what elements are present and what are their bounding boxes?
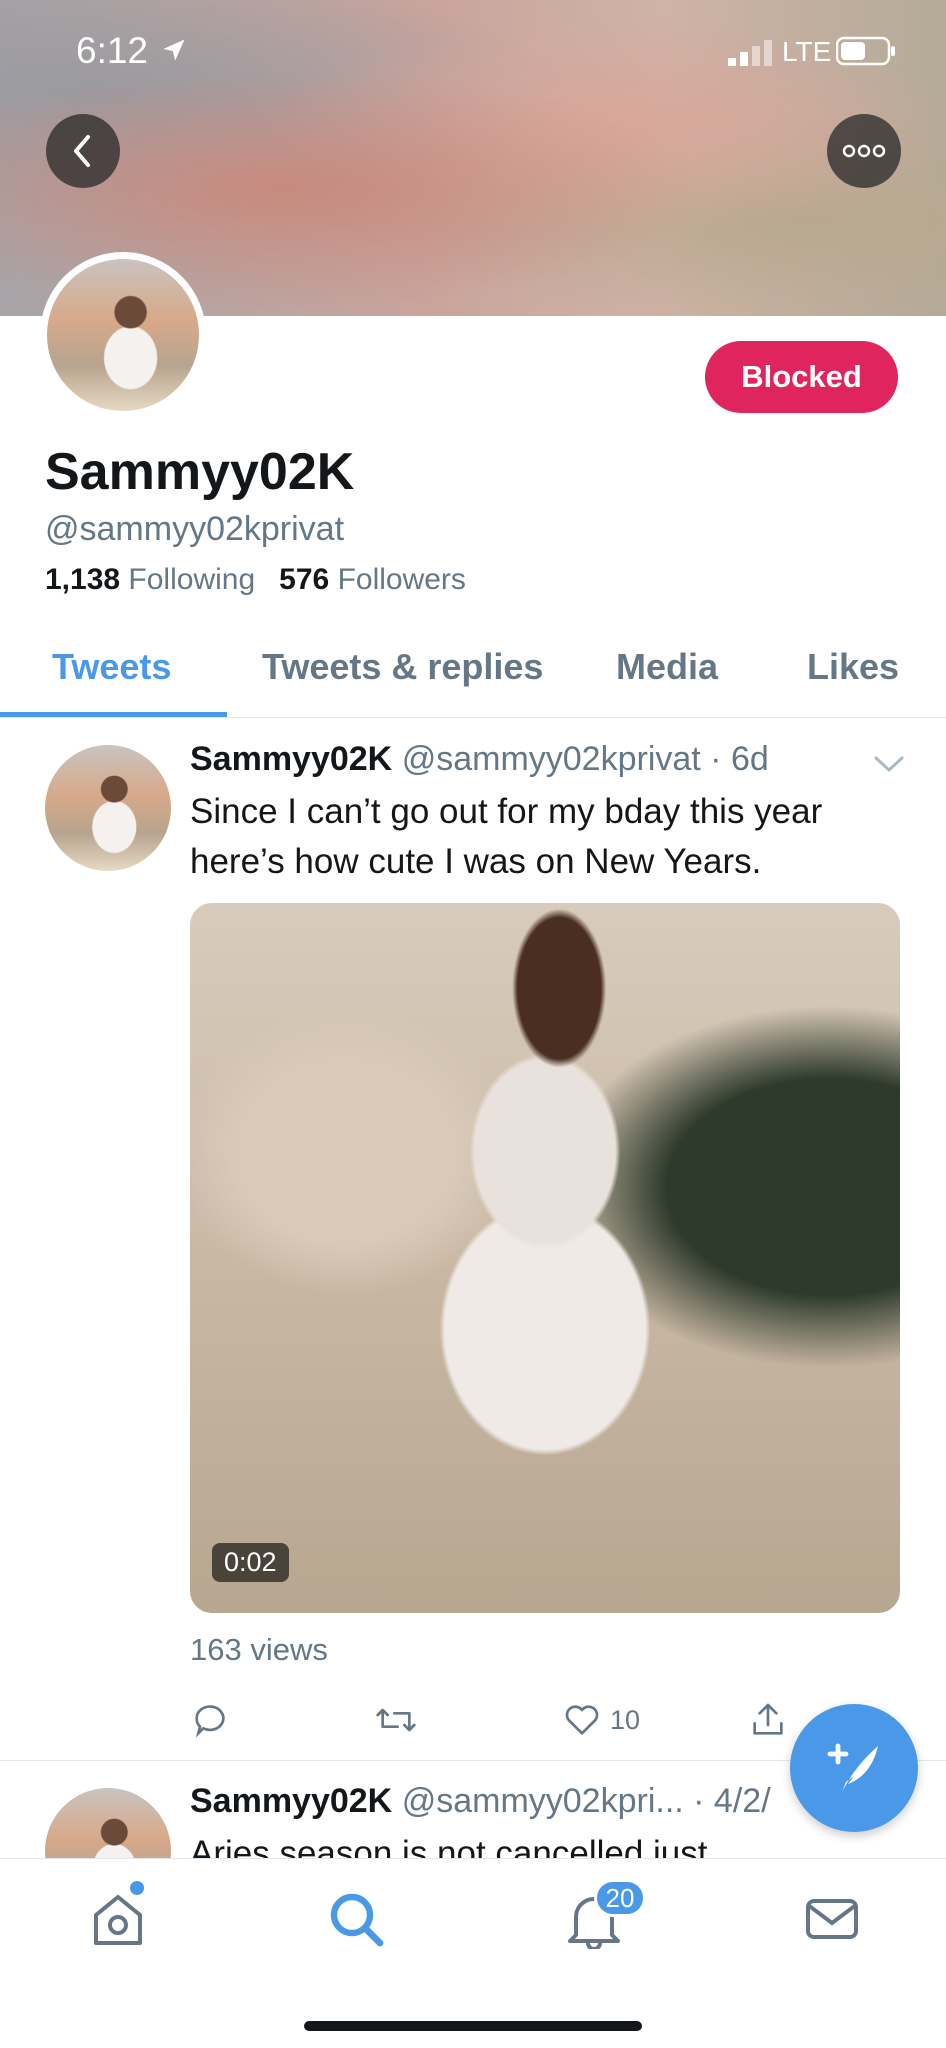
tab-media[interactable]: Media	[616, 646, 718, 688]
followers-count: 576	[279, 563, 330, 596]
retweet-icon	[376, 1708, 416, 1732]
following-label: Following	[128, 563, 256, 596]
share-icon	[753, 1703, 783, 1735]
like-count: 10	[610, 1704, 641, 1735]
tweet-handle-time: @sammyy02kprivat · 6d	[401, 740, 769, 778]
bottom-tab-bar: 20	[0, 1858, 946, 2048]
status-time: 6:12	[76, 30, 149, 71]
tweet-header: Sammyy02K @sammyy02kprivat · 6d	[190, 740, 769, 779]
home-new-indicator	[130, 1881, 144, 1895]
tweet-handle-time: @sammyy02kpri... · 4/2/	[401, 1782, 771, 1820]
location-arrow-icon	[163, 39, 185, 61]
tab-tweets-replies[interactable]: Tweets & replies	[262, 646, 543, 688]
battery-icon	[836, 36, 895, 66]
messages-icon[interactable]	[802, 1889, 862, 1949]
tweet-author-name: Sammyy02K	[190, 1782, 393, 1820]
status-bar: 6:12 LTE	[0, 0, 946, 100]
back-button[interactable]	[46, 114, 120, 188]
display-name: Sammyy02K	[45, 443, 355, 501]
profile-stats: 1,138 Following 576 Followers	[45, 563, 466, 597]
reply-icon	[195, 1705, 225, 1738]
compose-button[interactable]	[790, 1704, 918, 1832]
network-type: LTE	[782, 36, 832, 67]
reply-button[interactable]	[190, 1698, 230, 1742]
tweet-text: Since I can’t go out for my bday this ye…	[190, 792, 823, 881]
like-button[interactable]: 10	[562, 1698, 640, 1742]
profile-tabs: Tweets Tweets & replies Media Likes	[0, 628, 946, 718]
video-duration: 0:02	[212, 1543, 289, 1582]
active-tab-indicator	[0, 712, 227, 717]
share-button[interactable]	[748, 1698, 788, 1742]
blocked-button[interactable]: Blocked	[705, 341, 898, 413]
tweet-avatar[interactable]	[45, 745, 171, 871]
followers-link[interactable]: 576 Followers	[279, 563, 466, 596]
search-icon[interactable]	[326, 1889, 386, 1949]
view-count: 163 views	[190, 1632, 328, 1667]
followers-label: Followers	[337, 563, 466, 596]
notifications-badge: 20	[594, 1879, 646, 1917]
home-icon[interactable]	[88, 1889, 148, 1949]
tab-likes[interactable]: Likes	[807, 646, 899, 688]
back-icon	[74, 135, 90, 167]
more-icon	[842, 144, 886, 158]
retweet-button[interactable]	[374, 1698, 418, 1742]
signal-icon	[728, 40, 772, 66]
avatar-image	[47, 259, 199, 411]
tweet-header: Sammyy02K @sammyy02kpri... · 4/2/	[190, 1782, 771, 1821]
profile-avatar[interactable]	[40, 252, 206, 418]
following-link[interactable]: 1,138 Following	[45, 563, 255, 596]
like-icon	[565, 1705, 599, 1735]
tweet-author-name: Sammyy02K	[190, 740, 393, 778]
compose-icon	[827, 1743, 878, 1792]
chevron-down-icon[interactable]	[872, 752, 906, 776]
profile-handle: @sammyy02kprivat	[45, 510, 345, 548]
more-options-button[interactable]	[827, 114, 901, 188]
following-count: 1,138	[45, 563, 121, 596]
tab-tweets[interactable]: Tweets	[52, 646, 171, 688]
tweet-video[interactable]: 0:02	[190, 903, 900, 1613]
home-indicator	[304, 2021, 642, 2031]
